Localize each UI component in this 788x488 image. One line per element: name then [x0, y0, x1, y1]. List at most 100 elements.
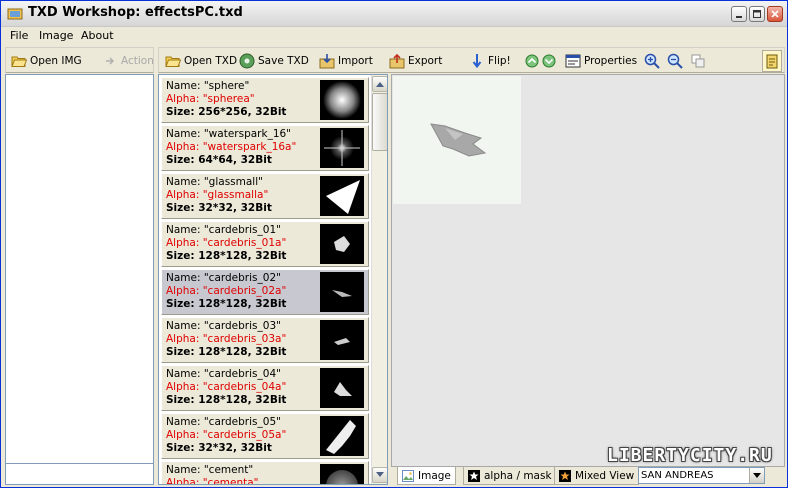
- image-icon: [402, 469, 414, 482]
- folder-open-icon: [11, 53, 27, 69]
- texture-item[interactable]: Name: "cement" Alpha: "cementa": [161, 461, 369, 485]
- notes-button[interactable]: [762, 50, 782, 72]
- texture-name: Name: "cardebris_05": [166, 416, 281, 428]
- texture-item[interactable]: Name: "cardebris_04" Alpha: "cardebris_04…: [161, 365, 369, 411]
- action-icon: [102, 53, 118, 69]
- texture-thumbnail: [320, 176, 364, 216]
- texture-item[interactable]: Name: "cardebris_01" Alpha: "cardebris_01…: [161, 221, 369, 267]
- texture-thumbnail: [320, 416, 364, 456]
- pages-icon: [690, 53, 706, 69]
- export-button[interactable]: Export: [389, 52, 442, 70]
- main-toolbar: Open TXD Save TXD Import Export Flip! Pr…: [158, 47, 785, 73]
- texture-alpha-name: Alpha: "cementa": [166, 477, 259, 485]
- texture-alpha-name: Alpha: "cardebris_05a": [166, 429, 287, 441]
- texture-preview-area[interactable]: [391, 74, 785, 467]
- texture-name: Name: "cardebris_03": [166, 320, 281, 332]
- open-txd-button[interactable]: Open TXD: [165, 52, 237, 70]
- zoom-in-icon: [644, 53, 660, 69]
- import-button[interactable]: Import: [319, 52, 373, 70]
- scroll-up-button[interactable]: [372, 76, 387, 92]
- move-down-button[interactable]: [541, 52, 557, 70]
- tab-alpha-mask[interactable]: alpha / mask: [463, 467, 557, 485]
- menu-bar: File Image About: [1, 27, 787, 45]
- tab-mixed-view[interactable]: Mixed View: [554, 467, 640, 485]
- texture-item[interactable]: Name: "waterspark_16" Alpha: "waterspark_…: [161, 125, 369, 171]
- texture-name: Name: "cardebris_01": [166, 224, 281, 236]
- action-button[interactable]: Action: [102, 52, 154, 70]
- texture-name: Name: "sphere": [166, 80, 250, 92]
- minimize-button[interactable]: [731, 6, 747, 22]
- texture-list-scrollbar[interactable]: [371, 75, 387, 484]
- game-version-select[interactable]: SAN ANDREAS: [638, 467, 765, 484]
- texture-name: Name: "cement": [166, 464, 254, 476]
- properties-button[interactable]: Properties: [565, 52, 637, 70]
- texture-size: Size: 128*128, 32Bit: [166, 394, 287, 406]
- maximize-button[interactable]: [749, 6, 765, 22]
- move-up-button[interactable]: [524, 52, 540, 70]
- view-tabs: Image alpha / mask Mixed View SAN ANDREA…: [391, 467, 785, 485]
- scroll-down-button[interactable]: [372, 467, 387, 483]
- title-bar[interactable]: TXD Workshop: effectsPC.txd: [1, 1, 787, 27]
- texture-name: Name: "glassmall": [166, 176, 263, 188]
- menu-about[interactable]: About: [81, 29, 114, 42]
- menu-file[interactable]: File: [10, 29, 28, 42]
- save-txd-button[interactable]: Save TXD: [239, 52, 309, 70]
- zoom-in-button[interactable]: [644, 52, 660, 70]
- texture-alpha-name: Alpha: "cardebris_03a": [166, 333, 287, 345]
- notepad-icon: [764, 53, 780, 69]
- close-button[interactable]: [767, 6, 783, 22]
- properties-icon: [565, 53, 581, 69]
- texture-thumbnail: [320, 464, 364, 484]
- star-icon: [559, 469, 571, 482]
- folder-open-icon: [165, 53, 181, 69]
- texture-alpha-name: Alpha: "spherea": [166, 93, 255, 105]
- window-title: TXD Workshop: effectsPC.txd: [28, 5, 243, 20]
- texture-item[interactable]: Name: "cardebris_02" Alpha: "cardebris_02…: [161, 269, 369, 315]
- texture-list[interactable]: Name: "sphere" Alpha: "spherea" Size: 256*…: [158, 74, 388, 485]
- texture-name: Name: "cardebris_02": [166, 272, 281, 284]
- chevron-down-icon[interactable]: [749, 468, 764, 483]
- open-img-button[interactable]: Open IMG: [11, 52, 82, 70]
- texture-thumbnail: [320, 80, 364, 120]
- scroll-thumb[interactable]: [372, 93, 387, 151]
- texture-thumbnail: [320, 368, 364, 408]
- texture-size: Size: 32*32, 32Bit: [166, 202, 272, 214]
- save-disc-icon: [239, 53, 255, 69]
- texture-thumbnail: [320, 272, 364, 312]
- texture-thumbnail: [320, 320, 364, 360]
- texture-size: Size: 32*32, 32Bit: [166, 442, 272, 454]
- zoom-out-button[interactable]: [667, 52, 683, 70]
- menu-image[interactable]: Image: [39, 29, 73, 42]
- export-icon: [389, 53, 405, 69]
- import-icon: [319, 53, 335, 69]
- texture-preview-image: [393, 76, 521, 204]
- flip-button[interactable]: Flip!: [469, 52, 511, 70]
- texture-item[interactable]: Name: "cardebris_03" Alpha: "cardebris_03…: [161, 317, 369, 363]
- tab-image[interactable]: Image: [397, 467, 456, 485]
- texture-thumbnail: [320, 224, 364, 264]
- texture-size: Size: 256*256, 32Bit: [166, 106, 287, 118]
- texture-alpha-name: Alpha: "waterspark_16a": [166, 141, 297, 153]
- img-filter-input[interactable]: [5, 463, 154, 485]
- texture-name: Name: "waterspark_16": [166, 128, 292, 140]
- texture-item[interactable]: Name: "glassmall" Alpha: "glassmalla" Size…: [161, 173, 369, 219]
- left-toolbar: Open IMG Action: [5, 47, 154, 73]
- img-file-list[interactable]: [5, 74, 154, 464]
- arrow-down-icon: [469, 53, 485, 69]
- zoom-out-icon: [667, 53, 683, 69]
- texture-alpha-name: Alpha: "cardebris_02a": [166, 285, 287, 297]
- texture-size: Size: 128*128, 32Bit: [166, 250, 287, 262]
- texture-item[interactable]: Name: "cardebris_05" Alpha: "cardebris_05…: [161, 413, 369, 459]
- texture-alpha-name: Alpha: "cardebris_01a": [166, 237, 287, 249]
- texture-thumbnail: [320, 128, 364, 168]
- texture-size: Size: 128*128, 32Bit: [166, 298, 287, 310]
- texture-size: Size: 128*128, 32Bit: [166, 346, 287, 358]
- star-icon: [468, 469, 480, 482]
- texture-alpha-name: Alpha: "glassmalla": [166, 189, 269, 201]
- actual-size-button[interactable]: [690, 52, 706, 70]
- texture-name: Name: "cardebris_04": [166, 368, 281, 380]
- app-icon: [7, 6, 23, 22]
- watermark-logo: LIBERTYCITY.RU: [607, 445, 773, 466]
- texture-alpha-name: Alpha: "cardebris_04a": [166, 381, 287, 393]
- texture-item[interactable]: Name: "sphere" Alpha: "spherea" Size: 256*…: [161, 77, 369, 123]
